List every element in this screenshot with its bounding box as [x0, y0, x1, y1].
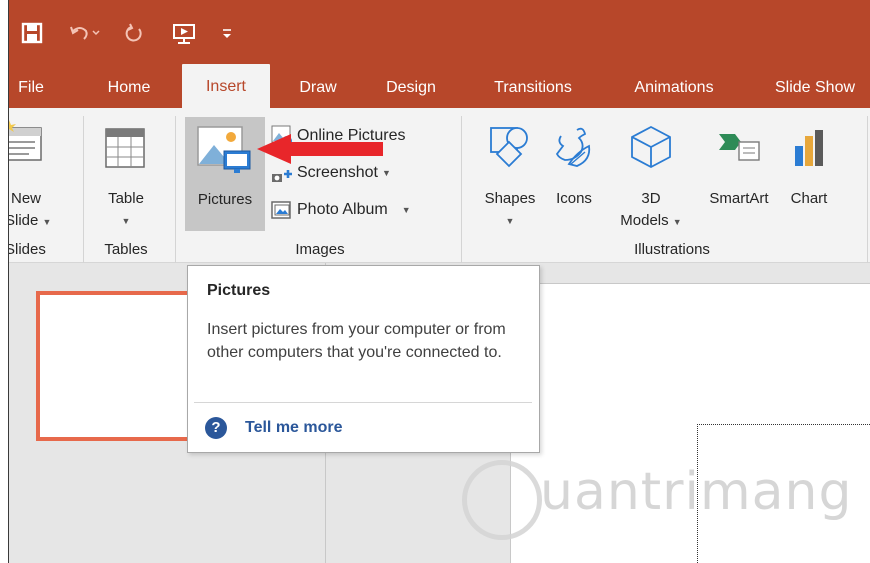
customize-qat-icon[interactable] [219, 18, 235, 48]
tell-me-more-link[interactable]: ? Tell me more [205, 417, 343, 439]
tab-file[interactable]: File [11, 68, 51, 108]
watermark-logo-icon [462, 460, 542, 540]
chart-label: Chart [790, 190, 828, 207]
separator [175, 116, 176, 264]
tooltip-title: Pictures [207, 282, 271, 299]
smartart-button[interactable]: SmartArt [701, 116, 777, 232]
new-slide-label-2: Slide ▼ [5, 212, 52, 229]
pictures-tooltip: Pictures Insert pictures from your compu… [187, 265, 540, 453]
separator [461, 116, 462, 264]
chart-button[interactable]: Chart [781, 116, 837, 232]
3d-models-icon [631, 125, 671, 169]
shapes-label: Shapes [484, 190, 536, 207]
ribbon-insert: New Slide ▼ Slides Table ▼ Tables Pictur… [0, 108, 870, 264]
tab-slide-show[interactable]: Slide Show [763, 68, 867, 108]
3d-models-button[interactable]: 3D Models ▼ [611, 116, 691, 232]
tab-design[interactable]: Design [375, 68, 447, 108]
red-arrow-annotation [257, 134, 383, 164]
pictures-icon [197, 126, 251, 173]
undo-icon[interactable] [67, 18, 103, 48]
table-dropdown-caret: ▼ [121, 216, 131, 226]
powerpoint-window: File Home Insert Draw Design Transitions… [0, 0, 870, 563]
redo-icon[interactable] [121, 18, 147, 48]
shapes-icon [490, 127, 528, 168]
tab-animations[interactable]: Animations [615, 68, 733, 108]
photo-album-label: Photo Album [297, 201, 388, 218]
ribbon-tabs: File Home Insert Draw Design Transitions… [9, 64, 870, 108]
tab-insert[interactable]: Insert [182, 64, 270, 108]
pictures-button[interactable]: Pictures [185, 117, 265, 231]
new-slide-label: New [11, 190, 42, 207]
shapes-dropdown-caret: ▼ [505, 216, 515, 226]
3d-models-label: 3D [641, 190, 661, 207]
table-icon [105, 128, 145, 168]
shapes-button[interactable]: Shapes ▼ [477, 116, 543, 232]
screenshot-label: Screenshot [297, 164, 378, 181]
tab-draw[interactable]: Draw [286, 68, 350, 108]
help-icon: ? [205, 417, 227, 439]
save-icon[interactable] [19, 18, 45, 48]
tab-transitions[interactable]: Transitions [477, 68, 589, 108]
3d-models-label-2: Models ▼ [620, 212, 682, 229]
tell-me-more-label: Tell me more [245, 419, 343, 436]
group-label-illustrations: Illustrations [634, 241, 710, 258]
separator [83, 116, 84, 264]
separator [867, 116, 868, 264]
smartart-label: SmartArt [709, 190, 769, 207]
table-label: Table [108, 190, 144, 207]
title-bar [9, 0, 870, 68]
group-label-tables: Tables [104, 241, 148, 258]
smartart-icon [719, 134, 760, 161]
photo-album-button[interactable]: Photo Album ▼ [271, 198, 411, 222]
screenshot-dropdown-caret: ▼ [381, 168, 391, 178]
start-from-beginning-icon[interactable] [169, 18, 199, 48]
icons-label: Icons [556, 190, 592, 207]
photo-album-dropdown-caret: ▼ [401, 205, 411, 215]
table-button[interactable]: Table ▼ [91, 116, 161, 232]
icons-icon [555, 127, 591, 167]
pictures-label: Pictures [197, 191, 253, 208]
tooltip-description: Insert pictures from your computer or fr… [207, 321, 506, 361]
tooltip-divider [194, 402, 532, 403]
chart-icon [795, 130, 823, 166]
group-label-slides: Slides [5, 241, 46, 258]
group-label-images: Images [295, 241, 345, 258]
icons-button[interactable]: Icons [547, 116, 601, 232]
watermark-text: uantrimang [540, 462, 853, 522]
tab-home[interactable]: Home [97, 68, 161, 108]
window-edge [0, 0, 9, 563]
photo-album-icon [271, 201, 291, 219]
